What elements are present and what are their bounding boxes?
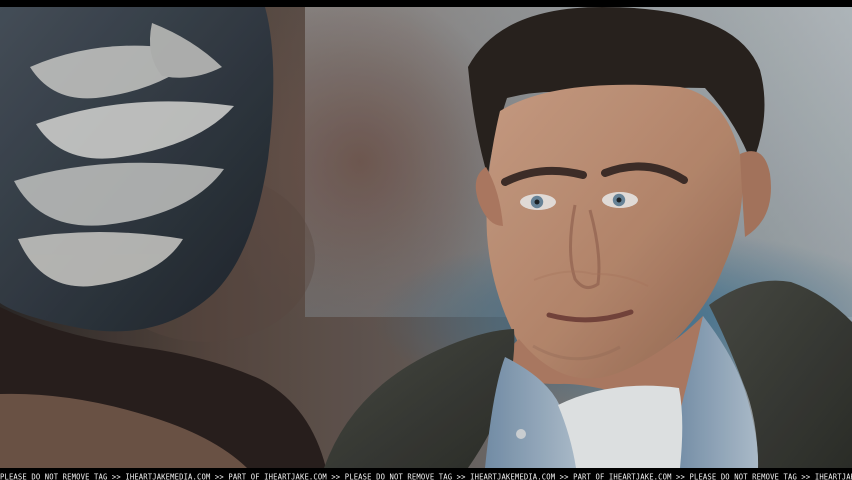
watermark-strip: PLEASE DO NOT REMOVE TAG >> IHEARTJAKEME… [0, 468, 852, 480]
image-shade [0, 7, 852, 468]
movie-still [0, 7, 852, 468]
scene-illustration [0, 7, 852, 468]
video-frame: PLEASE DO NOT REMOVE TAG >> IHEARTJAKEME… [0, 0, 852, 480]
watermark-text: PLEASE DO NOT REMOVE TAG >> IHEARTJAKEME… [0, 471, 852, 480]
